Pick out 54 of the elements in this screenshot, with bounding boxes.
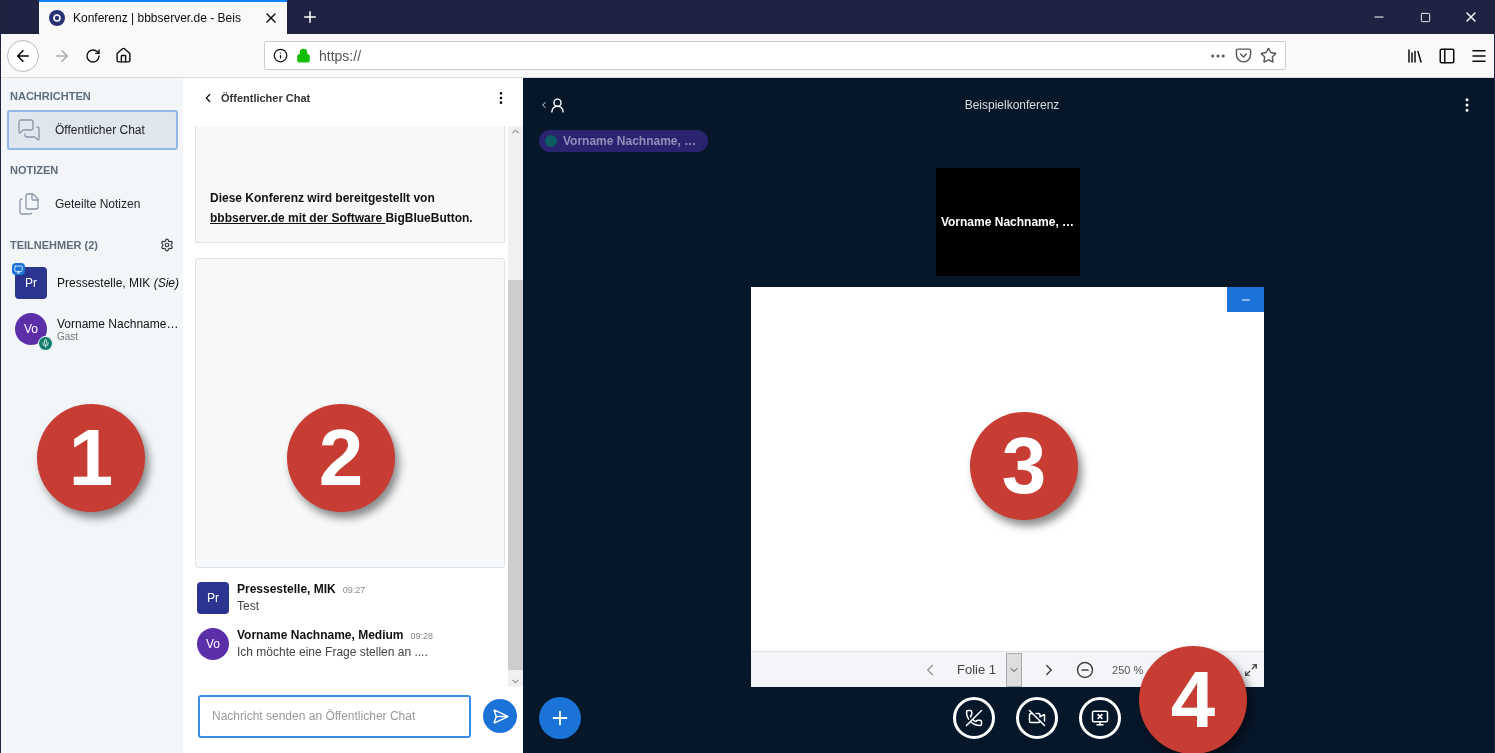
meeting-title: Beispielkonferenz (964, 98, 1060, 112)
phone-off-icon (965, 709, 983, 727)
home-icon[interactable] (115, 47, 132, 64)
info-icon[interactable] (273, 48, 288, 63)
monitor-off-icon (1091, 709, 1109, 727)
reload-icon[interactable] (85, 47, 101, 64)
participant-item[interactable]: Pr Pressestelle, MIK (Sie) (1, 260, 183, 306)
participant-name: Vorname Nachname… (57, 316, 175, 331)
sidebar-icon[interactable] (1438, 46, 1456, 65)
sender-name: Vorname Nachname, Medium (237, 628, 404, 642)
message-time: 09:28 (410, 631, 434, 641)
message-input-field[interactable]: Nachricht senden an Öffentlicher Chat (198, 694, 472, 738)
webcam-tile: Vorname Nachname, … (935, 168, 1080, 276)
send-icon (491, 707, 509, 725)
scrollbar[interactable] (508, 126, 523, 687)
avatar: Vo (197, 628, 229, 660)
section-heading: TEILNEHMER (2) (10, 239, 98, 251)
lock-icon[interactable] (296, 48, 311, 63)
section-heading: NOTIZEN (10, 164, 59, 176)
camera-off-button[interactable] (1016, 697, 1058, 739)
presenter-icon (12, 263, 25, 275)
send-button[interactable] (483, 699, 517, 733)
message-text: Test (237, 599, 260, 613)
camera-off-icon (1028, 709, 1046, 727)
screen-share-off-button[interactable] (1079, 697, 1121, 739)
bbbserver-link[interactable]: bbbserver.de mit der Software (210, 211, 386, 225)
leave-audio-button[interactable] (953, 697, 995, 739)
browser-tab[interactable]: Konferenz | bbbserver.de - Beis (39, 0, 287, 34)
chat-list-item[interactable]: Öffentlicher Chat (7, 110, 178, 150)
message-text: Ich möchte eine Frage stellen an .... (237, 645, 429, 659)
participant-item[interactable]: Vo Vorname Nachname… Gast (1, 306, 183, 352)
message-time: 09:27 (342, 585, 366, 595)
library-icon[interactable] (1406, 46, 1424, 65)
section-heading: NACHRICHTEN (10, 90, 91, 102)
avatar: Pr (197, 582, 229, 614)
sender-name: Pressestelle, MIK (237, 582, 336, 596)
talking-indicator: Vorname Nachname, … (539, 130, 709, 152)
slide-selector[interactable]: Folie 1 (957, 652, 1023, 687)
documents-icon[interactable] (17, 192, 41, 216)
user-list-toggle-icon[interactable] (539, 96, 566, 114)
chat-title: Öffentlicher Chat (221, 92, 312, 104)
settings-icon[interactable] (160, 238, 174, 252)
site-logo-icon (49, 10, 65, 26)
fullscreen-icon[interactable] (1244, 662, 1258, 677)
microphone-icon (38, 336, 53, 351)
address-field[interactable]: https:// (264, 41, 1286, 70)
actions-button[interactable] (539, 697, 581, 739)
welcome-message: Diese Konferenz wird bereitgestellt von bbbserver.de mit der Software BigBlueButton. (195, 126, 505, 243)
participant-role: Gast (57, 330, 80, 342)
notes-list-item[interactable]: Geteilte Notizen (7, 184, 178, 224)
pocket-icon[interactable] (1235, 47, 1252, 64)
bookmark-star-icon[interactable] (1260, 47, 1277, 64)
back-button[interactable] (7, 39, 39, 72)
zoom-out-icon[interactable] (1076, 660, 1095, 679)
